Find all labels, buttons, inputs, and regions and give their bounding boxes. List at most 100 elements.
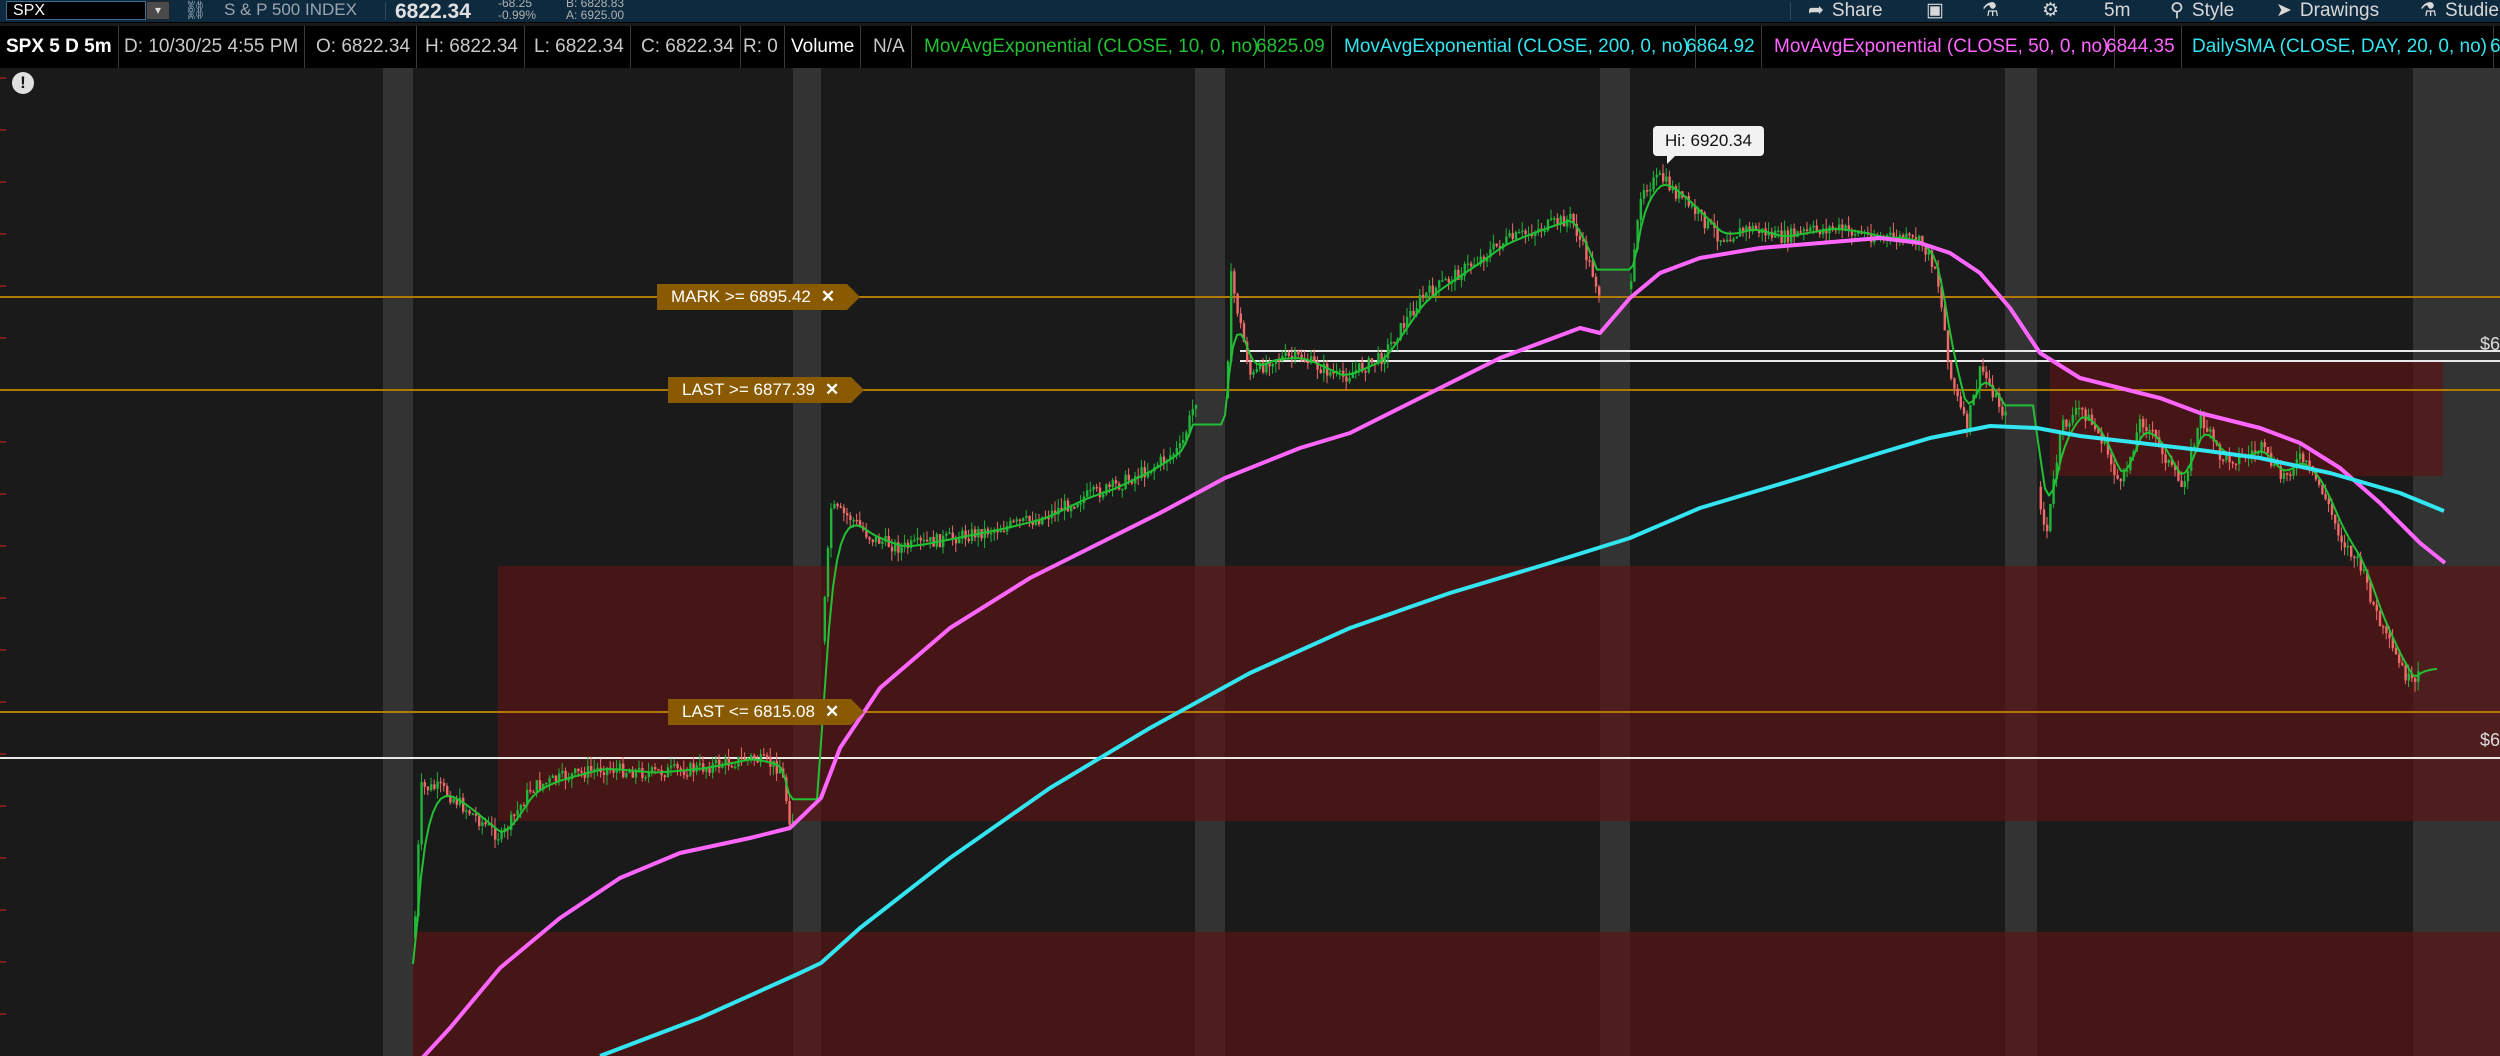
ema10-study-label[interactable]: MovAvgExponential (CLOSE, 10, 0, no) bbox=[918, 26, 1266, 68]
red-zone bbox=[2050, 361, 2443, 476]
last-below-alert-label[interactable]: LAST <= 6815.08 ✕ bbox=[668, 699, 865, 725]
candle-body bbox=[446, 785, 449, 796]
candle-body bbox=[922, 539, 926, 542]
drawings-label: Drawings bbox=[2299, 0, 2380, 21]
candle-body bbox=[1252, 371, 1255, 375]
alert-icon[interactable]: ! bbox=[12, 72, 34, 94]
candle-body bbox=[1364, 371, 1367, 373]
candle-body bbox=[2343, 542, 2346, 548]
candle-body bbox=[1594, 276, 1598, 287]
share-icon: ➦ bbox=[1808, 0, 1824, 21]
bar-low: L: 6822.34 bbox=[528, 26, 631, 68]
candle-body bbox=[2113, 464, 2116, 476]
candle-body bbox=[826, 548, 830, 597]
candle-body bbox=[1172, 453, 1175, 456]
candle-body bbox=[740, 756, 743, 759]
candle-body bbox=[430, 784, 433, 791]
high-label-bubble: Hi: 6920.34 bbox=[1653, 126, 1764, 164]
close-icon[interactable]: ✕ bbox=[825, 702, 839, 721]
candle-body bbox=[1345, 376, 1348, 382]
last-above-alert-label[interactable]: LAST >= 6877.39 ✕ bbox=[668, 377, 865, 403]
candle-body bbox=[2356, 556, 2359, 559]
candle-body bbox=[1588, 260, 1591, 262]
timeframe-button[interactable]: 5m bbox=[2104, 0, 2130, 22]
session-gap bbox=[2005, 68, 2037, 1056]
candle-body bbox=[1985, 371, 1988, 379]
candle-body bbox=[439, 781, 442, 784]
cursor-icon: ➤ bbox=[2276, 0, 2292, 21]
candle-body bbox=[2327, 499, 2330, 505]
candle-body bbox=[839, 506, 842, 508]
candle-body bbox=[1418, 294, 1422, 308]
mark-alert-label[interactable]: MARK >= 6895.42 ✕ bbox=[657, 284, 861, 310]
style-button[interactable]: ⚲ Style bbox=[2170, 0, 2234, 22]
candle-body bbox=[1162, 456, 1166, 463]
candlesticks bbox=[414, 164, 2420, 940]
candle-body bbox=[2202, 415, 2206, 429]
candle-body bbox=[2222, 459, 2225, 462]
studies-button[interactable]: ⚗ Studie bbox=[2420, 0, 2499, 22]
volume-study-label[interactable]: Volume bbox=[785, 26, 862, 68]
candle-body bbox=[1550, 218, 1553, 220]
price-chart[interactable]: ! Hi: 6920.34 MARK >= 6895.42 ✕ LAST >= 6… bbox=[0, 68, 2500, 1056]
candle-body bbox=[2346, 545, 2350, 548]
candle-body bbox=[2340, 535, 2343, 543]
candle-body bbox=[420, 782, 423, 845]
candle-body bbox=[1095, 486, 1098, 489]
candle-body bbox=[2298, 453, 2302, 460]
candle-body bbox=[442, 782, 446, 786]
candle-body bbox=[532, 791, 535, 794]
candle-body bbox=[686, 775, 689, 777]
style-label: Style bbox=[2191, 0, 2235, 21]
candle-body bbox=[433, 784, 436, 789]
candle-body bbox=[644, 777, 647, 779]
ema200-value: 6864.92 bbox=[1680, 26, 1762, 68]
chart-title[interactable]: SPX 5 D 5m bbox=[0, 26, 119, 68]
candle-body bbox=[1441, 280, 1444, 282]
candle-body bbox=[1015, 519, 1018, 522]
close-icon[interactable]: ✕ bbox=[825, 380, 839, 399]
candle-body bbox=[1255, 368, 1258, 372]
candle-body bbox=[916, 537, 919, 540]
candle-body bbox=[1092, 486, 1095, 490]
link-icon[interactable]: ⛓ bbox=[184, 0, 207, 21]
candle-body bbox=[2199, 415, 2202, 429]
share-button[interactable]: ➦ Share bbox=[1808, 0, 1883, 22]
candle-body bbox=[1521, 230, 1524, 233]
flask-icon: ⚗ bbox=[1982, 0, 2000, 21]
bar-close: C: 6822.34 bbox=[635, 26, 741, 68]
candle-body bbox=[2004, 411, 2007, 416]
symbol-dropdown-button[interactable]: ▾ bbox=[146, 1, 170, 20]
candle-body bbox=[1815, 225, 1818, 231]
candle-body bbox=[561, 770, 564, 774]
settings-button[interactable]: ⚙ bbox=[2042, 0, 2067, 22]
ema50-study-label[interactable]: MovAvgExponential (CLOSE, 50, 0, no) bbox=[1768, 26, 2116, 68]
candle-body bbox=[1809, 227, 1812, 231]
candle-body bbox=[1284, 352, 1287, 356]
candle-body bbox=[1982, 366, 1985, 372]
ema200-study-label[interactable]: MovAvgExponential (CLOSE, 200, 0, no) bbox=[1338, 26, 1697, 68]
close-icon[interactable]: ✕ bbox=[821, 287, 835, 306]
candle-body bbox=[2138, 419, 2142, 433]
candle-body bbox=[2151, 429, 2154, 432]
flask-button[interactable]: ⚗ bbox=[1982, 0, 2007, 22]
candle-body bbox=[951, 532, 954, 539]
candle-body bbox=[1294, 351, 1297, 359]
symbol-input[interactable]: SPX bbox=[6, 1, 146, 20]
candle-body bbox=[2375, 604, 2378, 611]
daily-sma-study-label[interactable]: DailySMA (CLOSE, DAY, 20, 0, no) bbox=[2186, 26, 2494, 68]
candle-body bbox=[1002, 530, 1006, 533]
candle-body bbox=[1076, 503, 1079, 508]
candle-body bbox=[484, 822, 487, 825]
drawings-button[interactable]: ➤ Drawings bbox=[2276, 0, 2379, 22]
candle-body bbox=[2353, 556, 2356, 559]
candle-body bbox=[670, 765, 673, 768]
candle-body bbox=[1018, 519, 1022, 522]
candle-body bbox=[1543, 230, 1546, 233]
candle-body bbox=[788, 801, 791, 825]
candle-body bbox=[1338, 370, 1342, 373]
candle-body bbox=[481, 822, 484, 827]
snapshot-button[interactable]: ▣ bbox=[1926, 0, 1952, 22]
candle-body bbox=[478, 815, 481, 827]
chart-canvas[interactable] bbox=[0, 68, 2500, 1056]
